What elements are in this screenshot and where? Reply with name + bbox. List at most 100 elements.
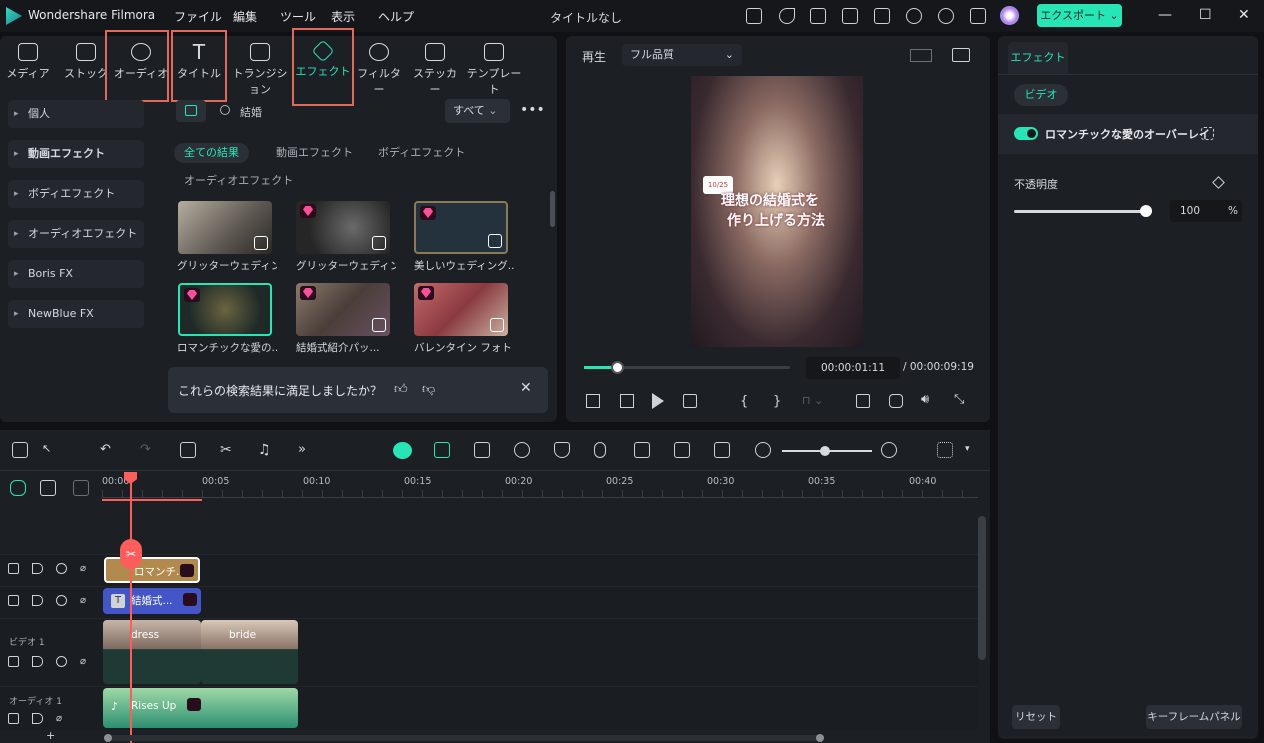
select-arrow-icon[interactable]: ↖ [42, 442, 58, 458]
headset-icon[interactable] [938, 8, 954, 24]
opacity-slider-knob[interactable] [1140, 205, 1152, 217]
feedback-close-icon[interactable]: ✕ [520, 380, 532, 396]
ai-avatar-icon[interactable] [1000, 6, 1019, 25]
volume-icon[interactable] [32, 595, 43, 606]
result-thumb-5[interactable] [296, 283, 390, 336]
delete-trash-icon[interactable] [180, 442, 196, 458]
effect-settings-icon[interactable] [1201, 127, 1214, 140]
zoom-knob[interactable] [820, 446, 830, 456]
scissors-icon[interactable]: ✂ [220, 442, 236, 458]
save-icon[interactable] [874, 8, 890, 24]
audio-clip[interactable]: ♪ Rises Up [103, 688, 298, 728]
thumbs-down-icon[interactable]: 👎︎ [422, 382, 435, 397]
lock-icon[interactable] [8, 713, 19, 724]
snapshot-camera-icon[interactable] [889, 394, 903, 408]
result-thumb-1[interactable] [178, 201, 272, 254]
export-button[interactable]: エクスポート ⌄ [1037, 4, 1122, 27]
title-clip[interactable]: T 結婚式... [103, 588, 201, 614]
fit-width-icon[interactable] [714, 442, 730, 458]
audio-mix-icon[interactable] [634, 442, 650, 458]
microphone-icon[interactable] [594, 442, 606, 458]
lock-icon[interactable] [8, 563, 19, 574]
chip-body-effects[interactable]: ボディエフェクト [368, 143, 475, 163]
volume-icon[interactable] [32, 563, 43, 574]
playhead-split-scissors-icon[interactable]: ✂ [120, 539, 142, 569]
menu-edit[interactable]: 編集 [233, 8, 257, 25]
no-draw-icon[interactable]: ⌀ [56, 713, 67, 724]
download-icon[interactable] [254, 236, 268, 250]
tab-effect-properties[interactable]: エフェクト [1008, 42, 1068, 74]
gift-icon[interactable] [746, 8, 762, 24]
keyframe-panel-button[interactable]: キーフレームパネル [1146, 705, 1242, 729]
volume-icon[interactable] [32, 713, 43, 724]
keyframe-diamond-icon[interactable] [1212, 176, 1225, 189]
mark-out-icon[interactable]: } [773, 394, 781, 409]
sidebar-item-audio-effects[interactable]: オーディオエフェクト [8, 220, 144, 248]
subtab-video[interactable]: ビデオ [1014, 84, 1068, 106]
more-tools-icon[interactable]: » [298, 442, 314, 458]
tab-stock[interactable]: ストック [64, 40, 108, 86]
no-draw-icon[interactable]: ⌀ [80, 563, 91, 574]
apps-grid-icon[interactable] [970, 8, 986, 24]
sidebar-item-video-effects[interactable]: 動画エフェクト [8, 140, 144, 168]
stop-icon[interactable] [683, 394, 697, 408]
shield-marker-icon[interactable] [554, 442, 570, 458]
redo-icon[interactable]: ↷ [140, 442, 156, 458]
next-frame-icon[interactable] [620, 394, 634, 408]
link-icon[interactable] [10, 480, 26, 496]
effect-toggle[interactable] [1014, 127, 1038, 140]
playback-track[interactable] [584, 361, 790, 374]
sidebar-item-boris-fx[interactable]: Boris FX [8, 260, 144, 288]
undo-icon[interactable]: ↶ [100, 442, 116, 458]
track-manage-icon[interactable] [73, 480, 89, 496]
eye-icon[interactable] [56, 656, 67, 667]
tab-transition[interactable]: トランジション [228, 40, 292, 96]
layout-dropdown-icon[interactable]: ▾ [965, 444, 970, 454]
auto-highlight-icon[interactable] [434, 442, 450, 458]
download-icon[interactable] [490, 318, 504, 332]
effect-clip[interactable]: ロマンチ... [104, 557, 200, 583]
result-thumb-2[interactable] [296, 201, 390, 254]
sidebar-item-body-effects[interactable]: ボディエフェクト [8, 180, 144, 208]
fullscreen-icon[interactable]: ⤡ [954, 392, 964, 407]
audio-edit-icon[interactable]: ♫ [258, 442, 274, 458]
result-thumb-4[interactable] [178, 283, 272, 336]
sidebar-item-newblue-fx[interactable]: NewBlue FX [8, 300, 144, 328]
no-draw-icon[interactable]: ⌀ [80, 656, 91, 667]
grid-view-icon[interactable] [910, 49, 932, 62]
tab-filter[interactable]: フィルター [352, 40, 406, 96]
eye-icon[interactable] [56, 595, 67, 606]
close-icon[interactable]: ✕ [1238, 7, 1250, 23]
timeline-hscrollbar[interactable] [104, 734, 824, 742]
no-draw-icon[interactable]: ⌀ [80, 595, 91, 606]
search-input[interactable]: 結婚 [240, 104, 262, 120]
volume-icon[interactable]: 🔊︎ [921, 392, 929, 407]
hscroll-end-knob[interactable] [816, 734, 824, 742]
result-thumb-6[interactable] [414, 283, 508, 336]
zoom-slider[interactable] [782, 446, 872, 456]
playback-knob[interactable] [610, 361, 624, 374]
lock-icon[interactable] [8, 595, 19, 606]
layout-grid-icon[interactable] [12, 442, 28, 458]
zoom-in-icon[interactable] [881, 442, 897, 458]
menu-view[interactable]: 表示 [331, 8, 355, 25]
group-link-icon[interactable] [40, 480, 56, 496]
download-icon[interactable] [488, 234, 502, 248]
result-thumb-3[interactable] [414, 201, 508, 254]
sidebar-item-personal[interactable]: 個人 [8, 100, 144, 128]
monitor-icon[interactable] [842, 8, 858, 24]
tab-sticker[interactable]: ステッカー [408, 40, 462, 96]
marker-menu-icon[interactable]: ⊓ ⌄ [802, 394, 823, 407]
menu-tools[interactable]: ツール [280, 8, 316, 25]
more-options-icon[interactable]: ••• [520, 102, 545, 118]
eye-icon[interactable] [56, 563, 67, 574]
download-icon[interactable] [372, 318, 386, 332]
quality-dropdown[interactable]: フル品質 ⌄ [622, 44, 742, 66]
volume-icon[interactable] [32, 656, 43, 667]
clip-speed-icon[interactable] [674, 442, 690, 458]
chip-video-effects[interactable]: 動画エフェクト [266, 143, 363, 163]
results-scrollbar[interactable] [550, 191, 555, 227]
render-preview-icon[interactable] [514, 442, 530, 458]
tab-media[interactable]: メディア [6, 40, 50, 86]
filter-dropdown[interactable]: すべて ⌄ [445, 99, 510, 123]
